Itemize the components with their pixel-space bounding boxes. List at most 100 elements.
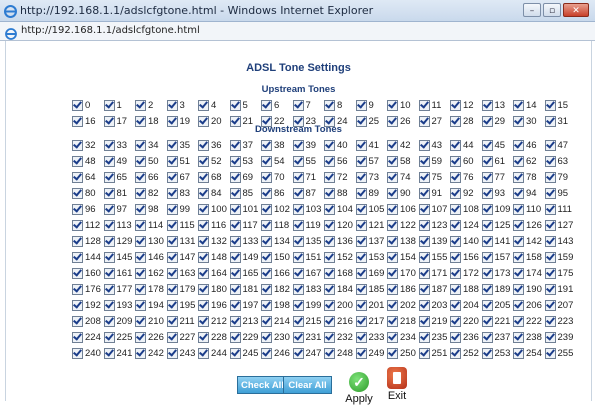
downstream-tone-219[interactable]: 219 bbox=[418, 313, 451, 329]
tone-checkbox[interactable] bbox=[103, 99, 115, 111]
tone-checkbox[interactable] bbox=[72, 251, 83, 263]
downstream-tone-246[interactable]: 246 bbox=[261, 345, 293, 361]
tone-checkbox[interactable] bbox=[135, 219, 146, 231]
downstream-tone-77[interactable]: 77 bbox=[481, 169, 514, 185]
tone-checkbox[interactable] bbox=[481, 267, 493, 279]
tone-checkbox[interactable] bbox=[324, 315, 335, 327]
tone-checkbox[interactable] bbox=[355, 315, 367, 327]
downstream-tone-59[interactable]: 59 bbox=[418, 153, 451, 169]
tone-checkbox[interactable] bbox=[166, 283, 178, 295]
tone-checkbox[interactable] bbox=[450, 251, 461, 263]
downstream-tone-136[interactable]: 136 bbox=[324, 233, 356, 249]
tone-checkbox[interactable] bbox=[292, 235, 304, 247]
downstream-tone-217[interactable]: 217 bbox=[355, 313, 388, 329]
tone-checkbox[interactable] bbox=[261, 139, 272, 151]
tone-checkbox[interactable] bbox=[387, 347, 398, 359]
tone-checkbox[interactable] bbox=[418, 235, 430, 247]
tone-checkbox[interactable] bbox=[229, 139, 241, 151]
tone-checkbox[interactable] bbox=[387, 331, 398, 343]
tone-checkbox[interactable] bbox=[198, 203, 209, 215]
downstream-tone-98[interactable]: 98 bbox=[135, 201, 167, 217]
tone-checkbox[interactable] bbox=[72, 315, 83, 327]
tone-checkbox[interactable] bbox=[103, 187, 115, 199]
downstream-tone-64[interactable]: 64 bbox=[72, 169, 104, 185]
address-bar[interactable]: http://192.168.1.1/adslcfgtone.html bbox=[0, 22, 595, 41]
tone-checkbox[interactable] bbox=[450, 235, 461, 247]
upstream-tone-4[interactable]: 4 bbox=[198, 97, 230, 113]
downstream-tone-126[interactable]: 126 bbox=[513, 217, 545, 233]
downstream-tone-164[interactable]: 164 bbox=[198, 265, 230, 281]
downstream-tone-55[interactable]: 55 bbox=[292, 153, 325, 169]
downstream-tone-106[interactable]: 106 bbox=[387, 201, 419, 217]
tone-checkbox[interactable] bbox=[355, 283, 367, 295]
tone-checkbox[interactable] bbox=[513, 331, 524, 343]
tone-checkbox[interactable] bbox=[481, 299, 493, 311]
downstream-tone-112[interactable]: 112 bbox=[72, 217, 104, 233]
tone-checkbox[interactable] bbox=[261, 283, 272, 295]
tone-checkbox[interactable] bbox=[418, 219, 430, 231]
downstream-tone-206[interactable]: 206 bbox=[513, 297, 545, 313]
downstream-tone-216[interactable]: 216 bbox=[324, 313, 356, 329]
tone-checkbox[interactable] bbox=[544, 139, 556, 151]
tone-checkbox[interactable] bbox=[513, 283, 524, 295]
minimize-button[interactable]: – bbox=[523, 3, 541, 17]
tone-checkbox[interactable] bbox=[324, 251, 335, 263]
tone-checkbox[interactable] bbox=[387, 267, 398, 279]
tone-checkbox[interactable] bbox=[387, 155, 398, 167]
downstream-tone-93[interactable]: 93 bbox=[481, 185, 514, 201]
tone-checkbox[interactable] bbox=[513, 267, 524, 279]
downstream-tone-36[interactable]: 36 bbox=[198, 137, 230, 153]
tone-checkbox[interactable] bbox=[513, 99, 524, 111]
tone-checkbox[interactable] bbox=[324, 139, 335, 151]
downstream-tone-37[interactable]: 37 bbox=[229, 137, 262, 153]
tone-checkbox[interactable] bbox=[166, 155, 178, 167]
downstream-tone-173[interactable]: 173 bbox=[481, 265, 514, 281]
downstream-tone-226[interactable]: 226 bbox=[135, 329, 167, 345]
tone-checkbox[interactable] bbox=[103, 219, 115, 231]
downstream-tone-54[interactable]: 54 bbox=[261, 153, 293, 169]
tone-checkbox[interactable] bbox=[481, 331, 493, 343]
downstream-tone-170[interactable]: 170 bbox=[387, 265, 419, 281]
downstream-tone-92[interactable]: 92 bbox=[450, 185, 482, 201]
downstream-tone-97[interactable]: 97 bbox=[103, 201, 136, 217]
downstream-tone-33[interactable]: 33 bbox=[103, 137, 136, 153]
downstream-tone-101[interactable]: 101 bbox=[229, 201, 262, 217]
tone-checkbox[interactable] bbox=[261, 99, 272, 111]
downstream-tone-211[interactable]: 211 bbox=[166, 313, 199, 329]
tone-checkbox[interactable] bbox=[292, 347, 304, 359]
tone-checkbox[interactable] bbox=[355, 219, 367, 231]
tone-checkbox[interactable] bbox=[292, 139, 304, 151]
tone-checkbox[interactable] bbox=[198, 219, 209, 231]
tone-checkbox[interactable] bbox=[544, 347, 556, 359]
downstream-tone-192[interactable]: 192 bbox=[72, 297, 104, 313]
downstream-tone-242[interactable]: 242 bbox=[135, 345, 167, 361]
tone-checkbox[interactable] bbox=[418, 187, 430, 199]
tone-checkbox[interactable] bbox=[103, 203, 115, 215]
downstream-tone-157[interactable]: 157 bbox=[481, 249, 514, 265]
close-button[interactable]: ✕ bbox=[563, 3, 589, 17]
tone-checkbox[interactable] bbox=[166, 219, 178, 231]
downstream-tone-61[interactable]: 61 bbox=[481, 153, 514, 169]
downstream-tone-165[interactable]: 165 bbox=[229, 265, 262, 281]
tone-checkbox[interactable] bbox=[72, 139, 83, 151]
downstream-tone-78[interactable]: 78 bbox=[513, 169, 545, 185]
downstream-tone-134[interactable]: 134 bbox=[261, 233, 293, 249]
downstream-tone-53[interactable]: 53 bbox=[229, 153, 262, 169]
tone-checkbox[interactable] bbox=[544, 187, 556, 199]
downstream-tone-191[interactable]: 191 bbox=[544, 281, 577, 297]
tone-checkbox[interactable] bbox=[103, 171, 115, 183]
downstream-tone-235[interactable]: 235 bbox=[418, 329, 451, 345]
downstream-tone-209[interactable]: 209 bbox=[103, 313, 136, 329]
tone-checkbox[interactable] bbox=[513, 171, 524, 183]
tone-checkbox[interactable] bbox=[450, 171, 461, 183]
downstream-tone-232[interactable]: 232 bbox=[324, 329, 356, 345]
tone-checkbox[interactable] bbox=[544, 267, 556, 279]
maximize-button[interactable]: ▫ bbox=[543, 3, 561, 17]
tone-checkbox[interactable] bbox=[166, 235, 178, 247]
downstream-tone-239[interactable]: 239 bbox=[544, 329, 577, 345]
downstream-tone-156[interactable]: 156 bbox=[450, 249, 482, 265]
upstream-tone-13[interactable]: 13 bbox=[481, 97, 514, 113]
downstream-tone-71[interactable]: 71 bbox=[292, 169, 325, 185]
downstream-tone-80[interactable]: 80 bbox=[72, 185, 104, 201]
tone-checkbox[interactable] bbox=[513, 251, 524, 263]
